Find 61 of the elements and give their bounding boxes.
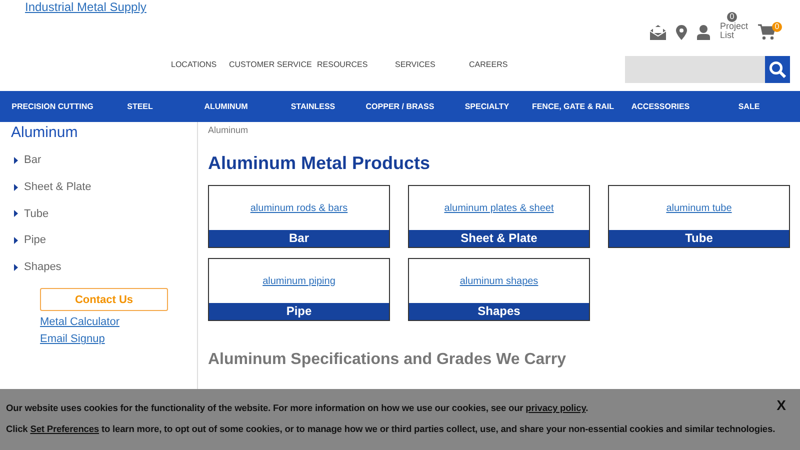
category-nav-link[interactable]: COPPER / BRASS <box>349 102 451 111</box>
product-label: Pipe <box>209 303 389 320</box>
top-nav-link[interactable]: CAREERS <box>469 60 508 69</box>
category-nav-link[interactable]: SPECIALTY <box>451 102 523 111</box>
section-heading: Aluminum Specifications and Grades We Carry <box>208 351 568 369</box>
top-nav-link[interactable]: LOCATIONS <box>171 60 217 69</box>
caret-icon <box>14 156 18 164</box>
caret-icon <box>14 264 18 271</box>
product-card[interactable]: aluminum plates & sheet Sheet & Plate <box>408 185 590 248</box>
caret-icon <box>14 184 18 191</box>
product-card[interactable]: aluminum tube Tube <box>608 185 790 248</box>
search-button[interactable] <box>765 56 790 83</box>
page-heading: Aluminum Metal Products <box>208 153 432 174</box>
sidebar-item[interactable]: Bar <box>11 147 197 174</box>
product-label: Shapes <box>409 303 589 320</box>
sidebar-item[interactable]: Pipe <box>11 227 197 254</box>
sidebar-item[interactable]: Tube <box>11 200 197 228</box>
envelope-icon[interactable] <box>650 25 666 40</box>
category-nav-link[interactable]: ALUMINUM <box>175 102 277 111</box>
product-link[interactable]: aluminum tube <box>609 186 789 230</box>
product-card[interactable]: aluminum rods & bars Bar <box>208 185 390 248</box>
category-nav-link[interactable]: FENCE, GATE & RAIL <box>523 102 623 111</box>
product-card[interactable]: aluminum shapes Shapes <box>408 258 590 321</box>
cookie-link[interactable]: Set Preferences <box>30 424 100 434</box>
product-label: Bar <box>209 230 389 247</box>
top-nav-link[interactable]: CUSTOMER SERVICE <box>229 60 312 69</box>
category-nav-link[interactable]: STEEL <box>105 102 175 111</box>
search-icon <box>769 61 786 78</box>
breadcrumb[interactable]: Aluminum <box>208 125 790 135</box>
sidebar-title: Aluminum <box>11 124 79 141</box>
cookie-notice-text: Our website uses cookies for the functionality of the website. For more information on how we use our cookies, see our privacy policy. <box>6 403 588 413</box>
caret-icon <box>14 236 18 244</box>
product-link[interactable]: aluminum shapes <box>409 259 589 303</box>
top-nav-link[interactable]: SERVICES <box>395 60 436 69</box>
count-badge: 0 <box>727 12 737 22</box>
cookie-link[interactable]: privacy policy <box>526 403 586 413</box>
category-nav-link[interactable]: STAINLESS <box>277 102 349 111</box>
product-label: Sheet & Plate <box>409 230 589 247</box>
product-card[interactable]: aluminum piping Pipe <box>208 258 390 321</box>
search-field[interactable] <box>625 56 765 83</box>
product-label: Tube <box>609 230 789 247</box>
cart-icon[interactable] <box>758 24 776 40</box>
sidebar-item[interactable]: Sheet & Plate <box>11 174 197 200</box>
category-nav-link[interactable]: SALE <box>698 102 800 111</box>
caret-icon <box>14 210 18 218</box>
user-icon[interactable] <box>697 25 710 40</box>
logo-link[interactable]: Industrial Metal Supply <box>25 0 146 14</box>
product-link[interactable]: aluminum piping <box>209 259 389 303</box>
sidebar-link[interactable]: Metal Calculator <box>40 316 120 328</box>
cookie-notice-text: Click Set Preferences to learn more, to opt out of some cookies, or to manage how we or third parties collect, use, and share your non-essential cookies and similar technologies. <box>6 424 776 434</box>
sidebar-item[interactable]: Shapes <box>11 254 197 280</box>
cart-count-badge: 0 <box>772 22 782 32</box>
project-list-link[interactable]: Project List 0 <box>720 14 748 40</box>
category-nav-link[interactable]: PRECISION CUTTING <box>0 102 105 111</box>
product-link[interactable]: aluminum plates & sheet <box>409 186 589 230</box>
top-nav-link[interactable]: RESOURCES <box>317 60 368 69</box>
close-button[interactable]: X <box>776 397 786 413</box>
location-pin-icon[interactable] <box>676 25 687 40</box>
product-link[interactable]: aluminum rods & bars <box>209 186 389 230</box>
sidebar-link[interactable]: Email Signup <box>40 333 105 346</box>
category-nav-link[interactable]: ACCESSORIES <box>623 102 698 111</box>
